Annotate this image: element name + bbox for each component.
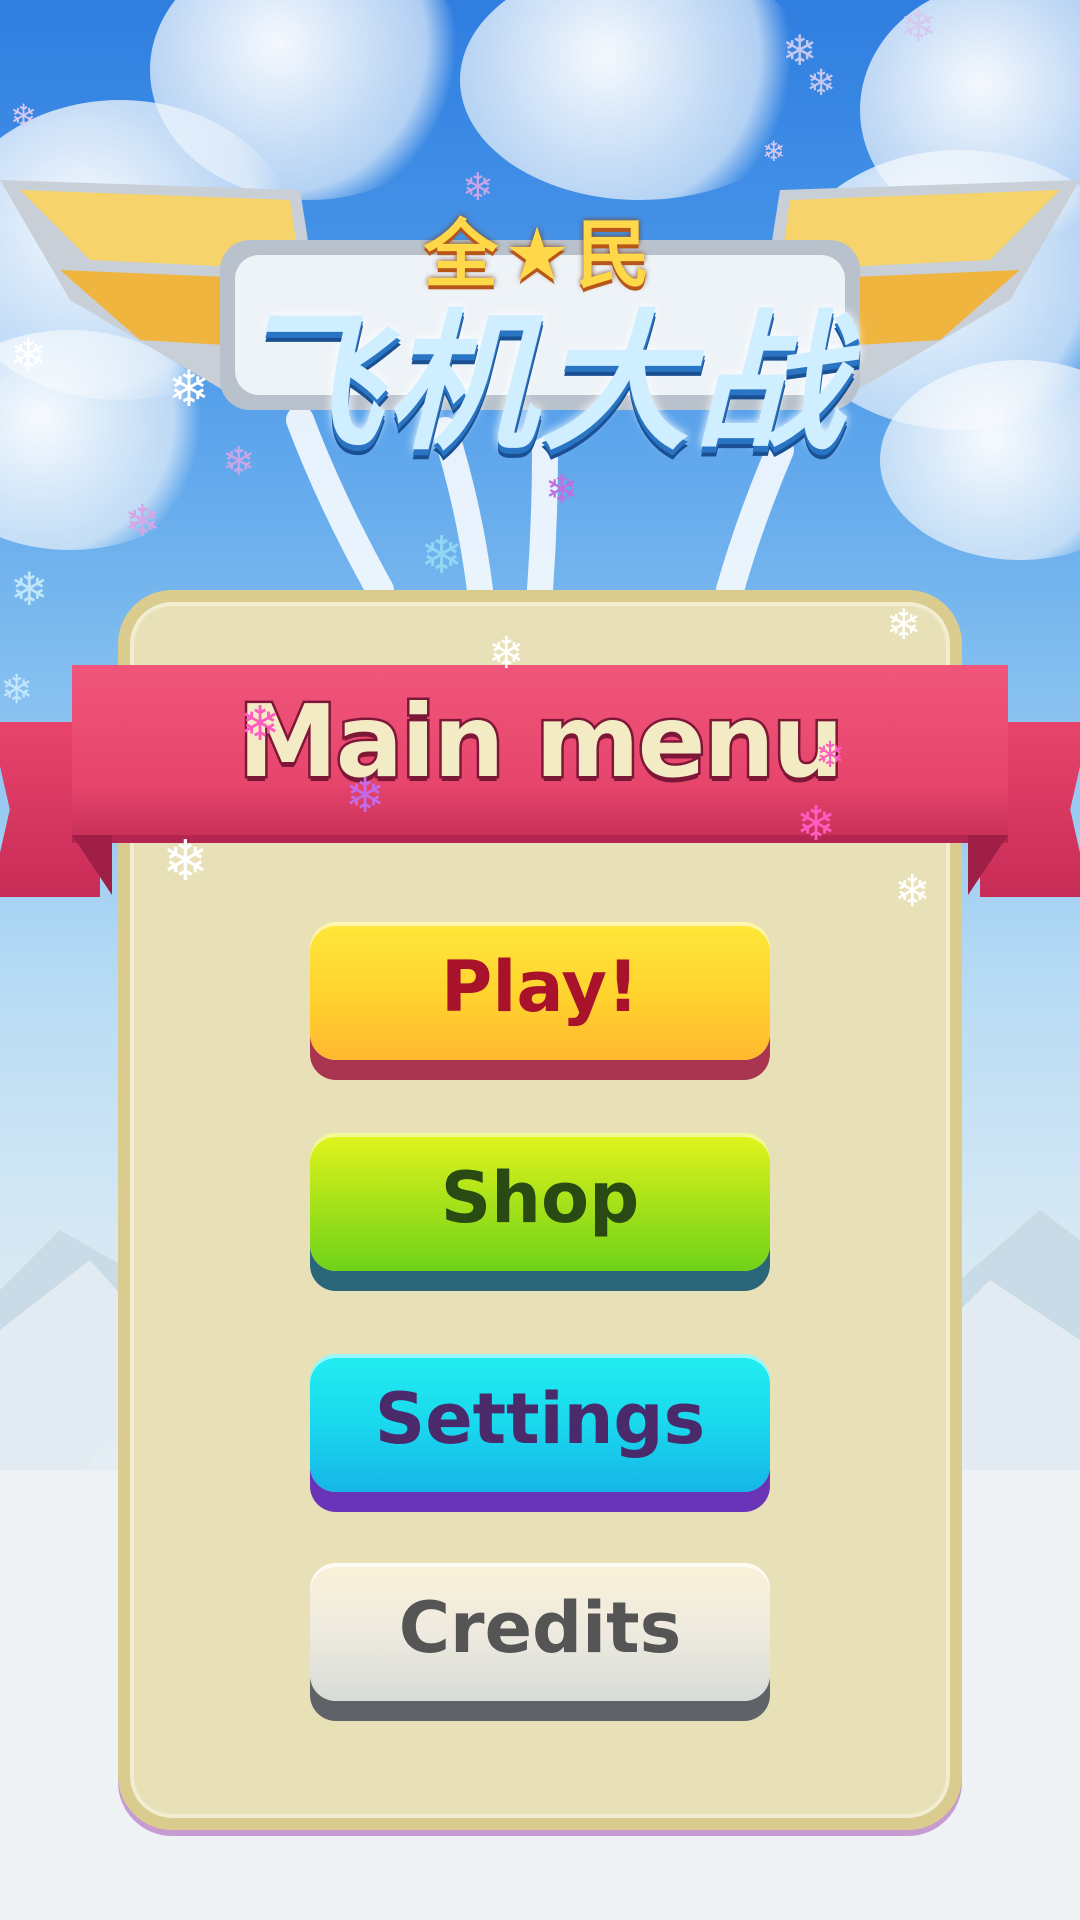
menu-title: Main menu [236,681,847,803]
snowflake-icon: ❄ [815,735,846,776]
snowflake-icon: ❄ [762,135,786,168]
credits-button[interactable]: Credits [310,1563,770,1701]
snowflake-icon: ❄ [162,829,209,894]
logo-title-main: 飞机大战 [231,297,848,471]
snowflake-icon: ❄ [545,467,579,513]
snowflake-icon: ❄ [10,330,47,381]
snowflake-icon: ❄ [806,63,837,104]
snowflake-icon: ❄ [124,496,161,547]
snowflake-icon: ❄ [10,97,37,135]
snowflake-icon: ❄ [420,526,464,586]
snowflake-icon: ❄ [796,796,837,852]
snowflake-icon: ❄ [0,667,34,713]
shop-button[interactable]: Shop [310,1133,770,1271]
snowflake-icon: ❄ [345,768,386,824]
snowflake-icon: ❄ [886,600,922,649]
snowflake-icon: ❄ [488,628,525,679]
snowflake-icon: ❄ [222,439,256,485]
snowflake-icon: ❄ [900,1,937,52]
play-button[interactable]: Play! [310,922,770,1060]
settings-button[interactable]: Settings [310,1354,770,1492]
main-menu-screen: 全★民 飞机大战 Main menu Play! Shop Settings C… [0,0,1080,1920]
snowflake-icon: ❄ [240,696,281,752]
snowflake-icon: ❄ [894,866,931,917]
snowflake-icon: ❄ [10,562,49,616]
snowflake-icon: ❄ [462,165,494,209]
snowflake-icon: ❄ [168,360,210,418]
